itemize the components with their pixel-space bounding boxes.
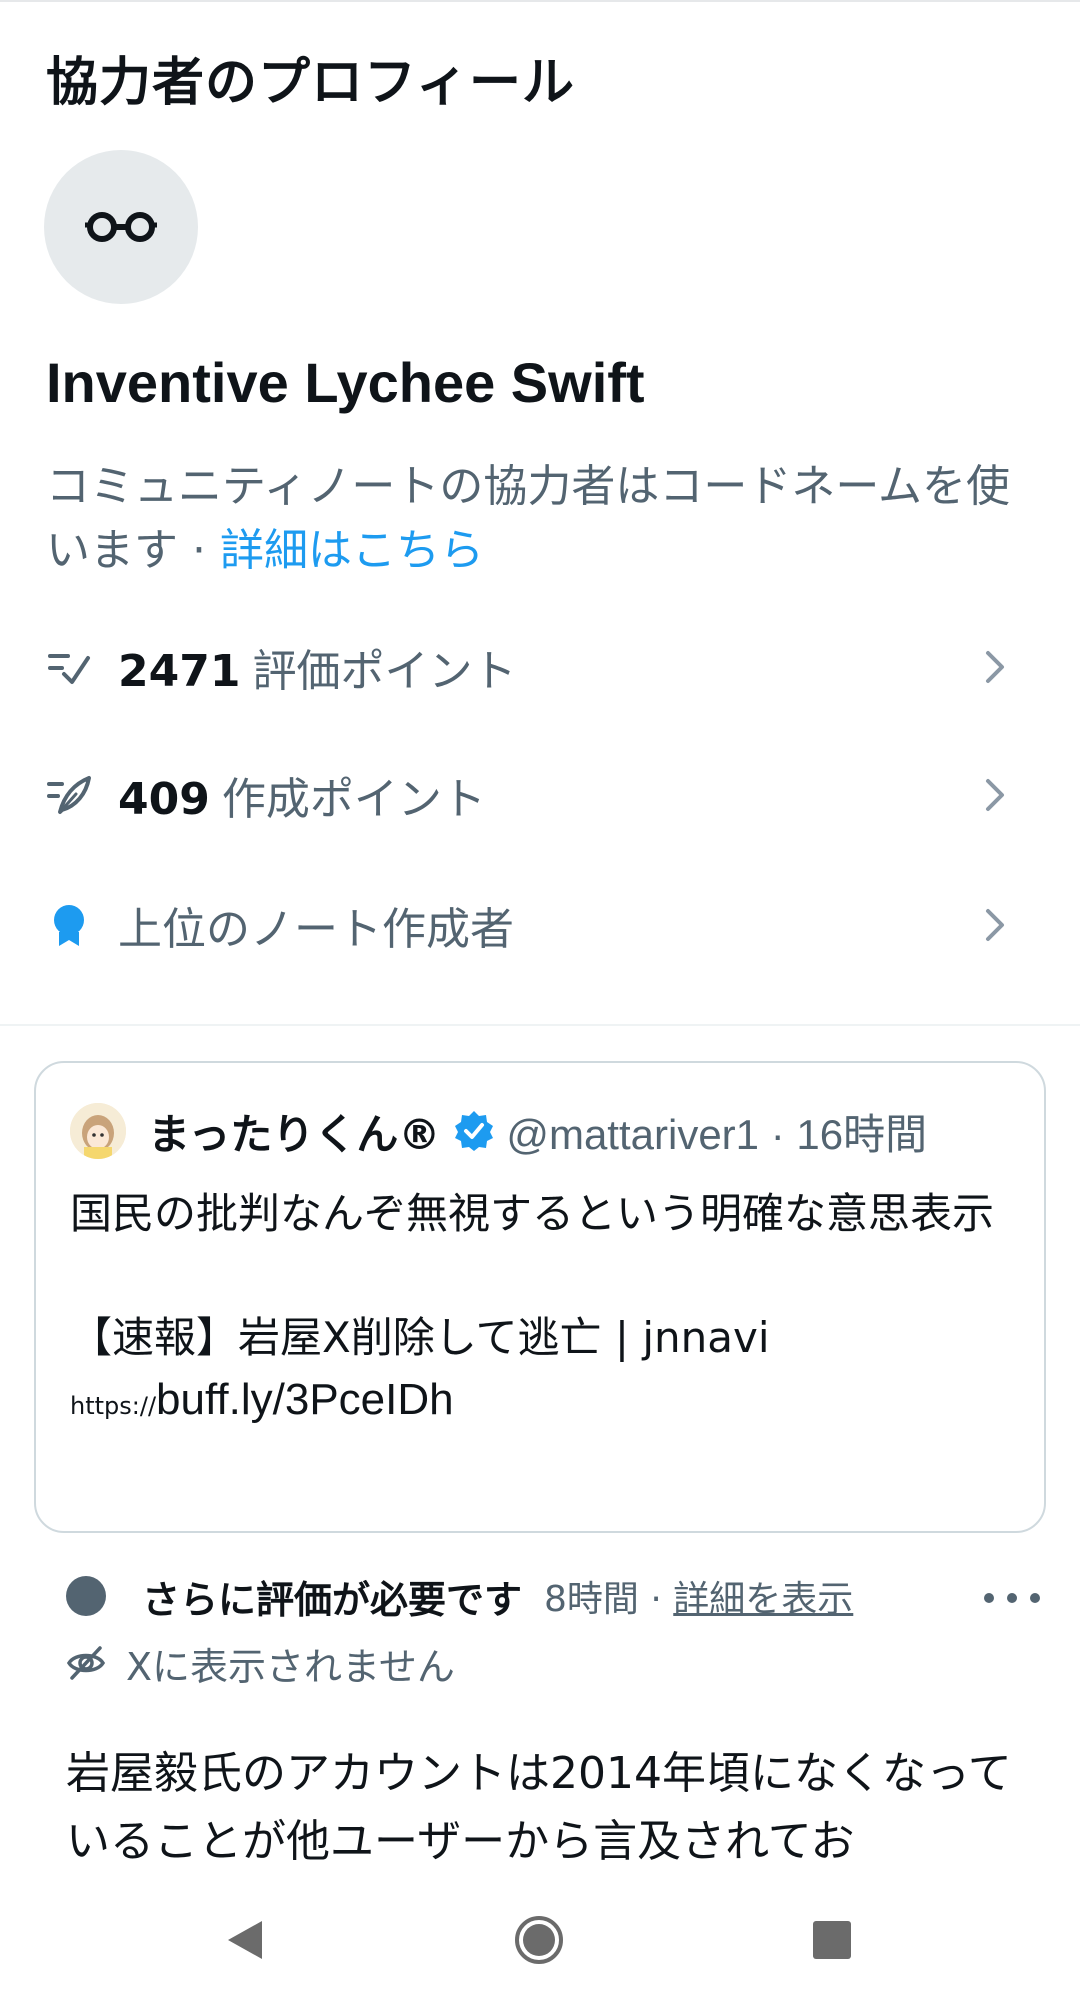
tweet-url-prefix: https:// xyxy=(70,1392,157,1420)
writing-points-text: 409 作成ポイント xyxy=(118,763,486,827)
writing-points-label: 作成ポイント xyxy=(221,774,486,825)
tweet-header: まったりくん® @mattariver1 · 16時間 xyxy=(70,1101,927,1161)
avatar-illustration-icon xyxy=(70,1103,126,1159)
home-icon xyxy=(515,1916,563,1964)
more-dot xyxy=(1007,1593,1017,1603)
top-writer-text: 上位のノート作成者 xyxy=(118,893,514,957)
tweet-line: 国民の批判なんぞ無視するという明確な意思表示 xyxy=(70,1189,995,1238)
chevron-right-icon xyxy=(986,651,1004,683)
top-writer-label: 上位のノート作成者 xyxy=(118,904,514,955)
writing-icon xyxy=(47,776,91,814)
tweet-author-name[interactable]: まったりくん® xyxy=(148,1101,440,1162)
visibility-text: Xに表示されません xyxy=(126,1644,455,1689)
recents-icon xyxy=(813,1921,851,1959)
tweet-line xyxy=(70,1245,1020,1307)
tweet-author-avatar[interactable] xyxy=(70,1103,126,1159)
codename-description: コミュニティノートの協力者はコードネームを使います · 詳細はこちら xyxy=(46,455,1046,583)
tweet-text: 国民の批判なんぞ無視するという明確な意思表示 【速報】岩屋X削除して逃亡 | j… xyxy=(70,1183,1020,1437)
page-title: 協力者のプロフィール xyxy=(46,53,575,113)
tweet-link-line: https://buff.ly/3PceIDh xyxy=(70,1369,1020,1437)
nav-back-button[interactable] xyxy=(215,1910,275,1970)
more-options-button[interactable] xyxy=(984,1578,1040,1618)
chevron-right-icon xyxy=(986,779,1004,811)
rating-points-row[interactable]: 2471 評価ポイント xyxy=(0,607,1080,727)
tweet-line: 【速報】岩屋X削除して逃亡 | jnnavi xyxy=(70,1313,770,1362)
avatar xyxy=(44,150,198,304)
visibility-row: Xに表示されません xyxy=(66,1638,455,1689)
verified-badge-icon xyxy=(455,1111,494,1151)
writing-points-row[interactable]: 409 作成ポイント xyxy=(0,735,1080,855)
more-dot xyxy=(984,1593,994,1603)
note-status-label: さらに評価が必要です xyxy=(142,1577,523,1622)
nav-home-button[interactable] xyxy=(509,1910,569,1970)
system-nav-bar xyxy=(0,1880,1080,2003)
rating-points-value: 2471 xyxy=(118,646,241,697)
show-details-link[interactable]: 詳細を表示 xyxy=(673,1579,853,1620)
learn-more-link[interactable]: 詳細はこちら xyxy=(220,525,484,576)
writing-points-value: 409 xyxy=(118,774,210,825)
badge-icon xyxy=(54,905,84,946)
status-dot xyxy=(66,1576,106,1616)
rating-points-text: 2471 評価ポイント xyxy=(118,635,516,699)
top-divider xyxy=(0,0,1080,4)
rating-points-label: 評価ポイント xyxy=(252,646,517,697)
note-time: 8時間 · xyxy=(544,1579,674,1620)
back-icon xyxy=(228,1921,262,1959)
note-meta: 8時間 · 詳細を表示 xyxy=(544,1570,853,1622)
top-writer-row[interactable]: 上位のノート作成者 xyxy=(0,865,1080,985)
note-status-row: さらに評価が必要です 8時間 · 詳細を表示 xyxy=(66,1568,853,1624)
rating-icon xyxy=(48,654,90,684)
more-dot xyxy=(1030,1593,1040,1603)
glasses-icon xyxy=(85,212,157,242)
nav-recents-button[interactable] xyxy=(802,1910,862,1970)
eye-off-icon xyxy=(66,1646,106,1680)
section-divider xyxy=(0,1024,1080,1026)
contributor-codename: Inventive Lychee Swift xyxy=(46,351,645,414)
description-text: コミュニティノートの協力者はコードネームを使います · xyxy=(46,461,1011,576)
chevron-right-icon xyxy=(986,909,1004,941)
tweet-card[interactable]: まったりくん® @mattariver1 · 16時間 国民の批判なんぞ無視する… xyxy=(34,1061,1046,1533)
note-body: 岩屋毅氏のアカウントは2014年頃になくなっていることが他ユーザーから言及されて… xyxy=(66,1748,1012,1867)
tweet-url[interactable]: buff.ly/3PceIDh xyxy=(156,1375,454,1424)
tweet-handle-time: @mattariver1 · 16時間 xyxy=(506,1110,928,1158)
